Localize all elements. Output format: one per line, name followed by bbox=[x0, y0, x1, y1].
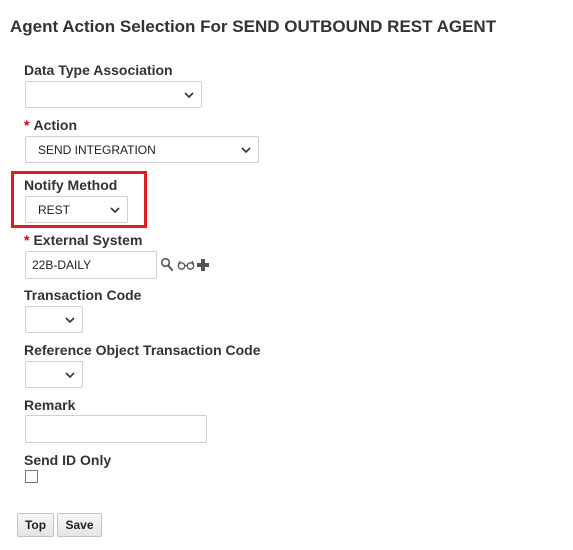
chevron-down-icon bbox=[241, 147, 251, 154]
add-icon[interactable] bbox=[196, 258, 210, 272]
required-marker: * bbox=[24, 232, 30, 248]
chevron-down-icon bbox=[184, 92, 194, 99]
chevron-down-icon bbox=[110, 207, 120, 214]
action-value: SEND INTEGRATION bbox=[38, 143, 156, 157]
external-system-input[interactable]: 22B-DAILY bbox=[25, 251, 157, 279]
data-type-association-label: Data Type Association bbox=[24, 62, 173, 78]
agent-action-page: Agent Action Selection For SEND OUTBOUND… bbox=[0, 0, 573, 550]
notify-method-value: REST bbox=[38, 203, 71, 217]
send-id-only-label: Send ID Only bbox=[24, 452, 112, 468]
reference-object-transaction-code-select[interactable] bbox=[25, 361, 83, 388]
required-marker: * bbox=[24, 117, 30, 133]
save-button[interactable]: Save bbox=[57, 513, 102, 537]
transaction-code-label: Transaction Code bbox=[24, 287, 142, 303]
notify-method-label: Notify Method bbox=[24, 177, 118, 193]
action-label: * Action bbox=[24, 117, 77, 133]
view-details-icon[interactable] bbox=[177, 259, 195, 271]
external-system-label-text: External System bbox=[33, 232, 143, 248]
reference-object-transaction-code-label: Reference Object Transaction Code bbox=[24, 342, 261, 358]
transaction-code-select[interactable] bbox=[25, 306, 83, 333]
send-id-only-checkbox[interactable] bbox=[25, 470, 38, 483]
chevron-down-icon bbox=[65, 317, 75, 324]
chevron-down-icon bbox=[65, 372, 75, 379]
action-label-text: Action bbox=[33, 117, 78, 133]
action-select[interactable]: SEND INTEGRATION bbox=[25, 136, 259, 163]
search-icon[interactable] bbox=[160, 257, 174, 273]
external-system-value: 22B-DAILY bbox=[32, 258, 92, 272]
page-title: Agent Action Selection For SEND OUTBOUND… bbox=[10, 17, 497, 36]
data-type-association-select[interactable] bbox=[25, 81, 202, 108]
notify-method-select[interactable]: REST bbox=[25, 196, 128, 223]
remark-input[interactable] bbox=[25, 415, 207, 443]
top-button[interactable]: Top bbox=[17, 513, 54, 537]
external-system-label: * External System bbox=[24, 232, 142, 248]
remark-label: Remark bbox=[24, 397, 76, 413]
